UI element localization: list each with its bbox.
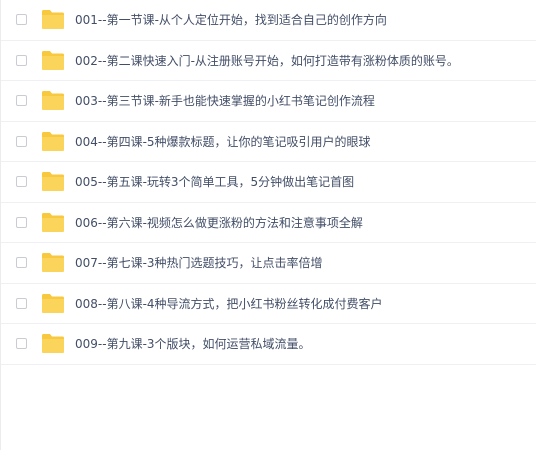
file-row[interactable]: 007--第七课-3种热门选题技巧，让点击率倍增 — [1, 243, 536, 284]
folder-icon — [41, 251, 65, 273]
file-row[interactable]: 002--第二课快速入门-从注册账号开始，如何打造带有涨粉体质的账号。 — [1, 41, 536, 81]
file-name[interactable]: 004--第四课-5种爆款标题，让你的笔记吸引用户的眼球 — [75, 133, 371, 151]
row-checkbox[interactable] — [16, 216, 27, 228]
row-checkbox[interactable] — [16, 135, 27, 147]
file-row[interactable]: 003--第三节课-新手也能快速掌握的小红书笔记创作流程 — [1, 81, 536, 122]
folder-icon — [41, 130, 65, 152]
folder-icon — [41, 89, 65, 111]
file-row[interactable]: 005--第五课-玩转3个简单工具，5分钟做出笔记首图 — [1, 162, 536, 203]
row-checkbox[interactable] — [16, 54, 27, 66]
row-checkbox[interactable] — [16, 95, 27, 106]
row-checkbox[interactable] — [16, 297, 27, 309]
folder-icon — [41, 8, 65, 30]
row-checkbox[interactable] — [16, 14, 27, 25]
row-checkbox[interactable] — [16, 338, 27, 349]
file-name[interactable]: 009--第九课-3个版块，如何运营私域流量。 — [75, 335, 311, 353]
file-name[interactable]: 008--第八课-4种导流方式，把小红书粉丝转化成付费客户 — [75, 295, 383, 313]
file-row[interactable]: 004--第四课-5种爆款标题，让你的笔记吸引用户的眼球 — [1, 122, 536, 162]
row-checkbox[interactable] — [16, 176, 27, 187]
folder-icon — [41, 170, 65, 192]
file-row[interactable]: 009--第九课-3个版块，如何运营私域流量。 — [1, 324, 536, 365]
folder-icon — [41, 211, 65, 233]
file-list-panel: 001--第一节课-从个人定位开始，找到适合自己的创作方向 002--第二课快速… — [0, 0, 536, 450]
file-row[interactable]: 006--第六课-视频怎么做更涨粉的方法和注意事项全解 — [1, 203, 536, 243]
file-name[interactable]: 005--第五课-玩转3个简单工具，5分钟做出笔记首图 — [75, 173, 354, 191]
row-checkbox[interactable] — [16, 257, 27, 268]
file-name[interactable]: 006--第六课-视频怎么做更涨粉的方法和注意事项全解 — [75, 214, 363, 232]
file-row[interactable]: 008--第八课-4种导流方式，把小红书粉丝转化成付费客户 — [1, 284, 536, 324]
file-name[interactable]: 003--第三节课-新手也能快速掌握的小红书笔记创作流程 — [75, 92, 375, 110]
folder-icon — [41, 292, 65, 314]
file-name[interactable]: 007--第七课-3种热门选题技巧，让点击率倍增 — [75, 254, 323, 272]
file-row[interactable]: 001--第一节课-从个人定位开始，找到适合自己的创作方向 — [1, 0, 536, 41]
folder-icon — [41, 332, 65, 354]
folder-icon — [41, 49, 65, 71]
file-name[interactable]: 002--第二课快速入门-从注册账号开始，如何打造带有涨粉体质的账号。 — [75, 52, 459, 70]
file-name[interactable]: 001--第一节课-从个人定位开始，找到适合自己的创作方向 — [75, 11, 387, 29]
file-list: 001--第一节课-从个人定位开始，找到适合自己的创作方向 002--第二课快速… — [1, 0, 536, 365]
